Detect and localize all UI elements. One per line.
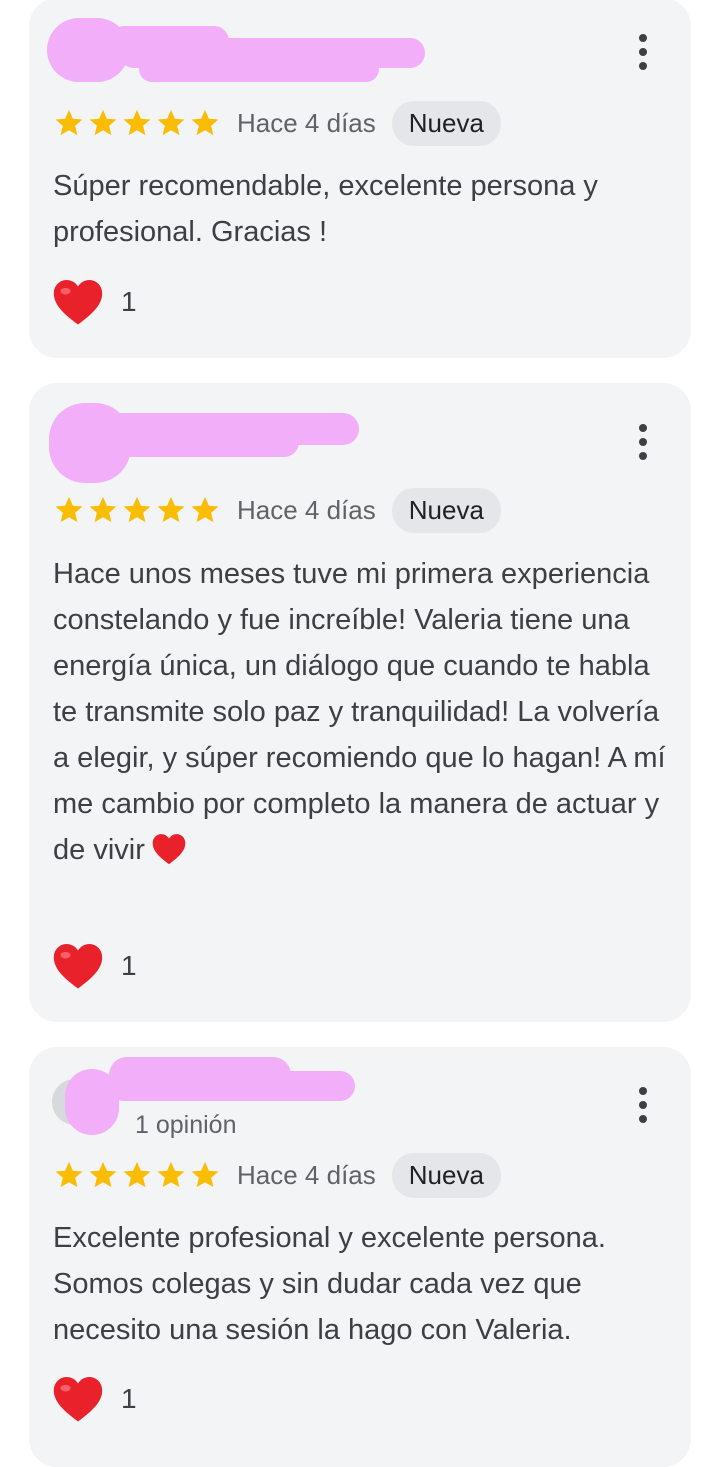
star-rating [53, 494, 221, 526]
more-options-button[interactable] [627, 1081, 659, 1129]
review-card: 1 opinión Hace 4 días Nueva Excelente pr… [29, 1047, 691, 1467]
more-options-button[interactable] [627, 418, 659, 466]
review-author[interactable] [29, 383, 589, 483]
review-text: Súper recomendable, excelente persona y … [53, 170, 598, 248]
review-date: Hace 4 días [237, 1159, 376, 1190]
review-text: Hace unos meses tuve mi primera experien… [53, 551, 678, 873]
redacted-name [109, 427, 299, 457]
star-rating [53, 1159, 221, 1191]
star-icon [157, 109, 185, 136]
reaction-count: 1 [121, 950, 137, 981]
star-rating [53, 107, 221, 139]
review-text: Excelente profesional y excelente person… [53, 1222, 606, 1346]
review-card: Hace 4 días Nueva Hace unos meses tuve m… [29, 383, 691, 1022]
heart-icon [53, 944, 103, 989]
reaction-button[interactable]: 1 [51, 276, 137, 328]
heart-emoji-icon [152, 834, 186, 865]
new-badge: Nueva [391, 100, 501, 146]
author-review-count: 1 opinión [135, 1111, 237, 1139]
star-icon [123, 1161, 151, 1188]
star-icon [191, 109, 219, 136]
new-badge: Nueva [391, 1152, 501, 1198]
more-vert-icon [639, 424, 647, 432]
review-author[interactable] [29, 0, 589, 88]
star-icon [157, 1161, 185, 1188]
star-icon [191, 496, 219, 523]
more-vert-icon [639, 1087, 647, 1095]
rating-row: Hace 4 días Nueva [53, 487, 501, 533]
reaction-count: 1 [121, 286, 137, 317]
review-card: Hace 4 días Nueva Súper recomendable, ex… [29, 0, 691, 358]
star-icon [123, 496, 151, 523]
new-badge: Nueva [391, 487, 501, 533]
star-icon [89, 109, 117, 136]
star-icon [55, 109, 83, 136]
rating-row: Hace 4 días Nueva [53, 100, 501, 146]
star-icon [157, 496, 185, 523]
reaction-button[interactable]: 1 [51, 940, 137, 992]
star-icon [191, 1161, 219, 1188]
reaction-button[interactable]: 1 [51, 1373, 137, 1425]
heart-icon [53, 280, 103, 325]
review-date: Hace 4 días [237, 107, 376, 138]
review-date: Hace 4 días [237, 494, 376, 525]
star-icon [55, 1161, 83, 1188]
star-icon [55, 496, 83, 523]
redacted-name [109, 1071, 355, 1101]
rating-row: Hace 4 días Nueva [53, 1152, 501, 1198]
more-vert-icon [639, 34, 647, 42]
more-options-button[interactable] [627, 28, 659, 76]
redacted-name [139, 56, 379, 82]
star-icon [123, 109, 151, 136]
reaction-count: 1 [121, 1383, 137, 1414]
star-icon [89, 496, 117, 523]
review-text-body: Hace unos meses tuve mi primera experien… [53, 558, 666, 866]
heart-icon [53, 1377, 103, 1422]
review-author[interactable]: 1 opinión [29, 1047, 589, 1139]
star-icon [89, 1161, 117, 1188]
